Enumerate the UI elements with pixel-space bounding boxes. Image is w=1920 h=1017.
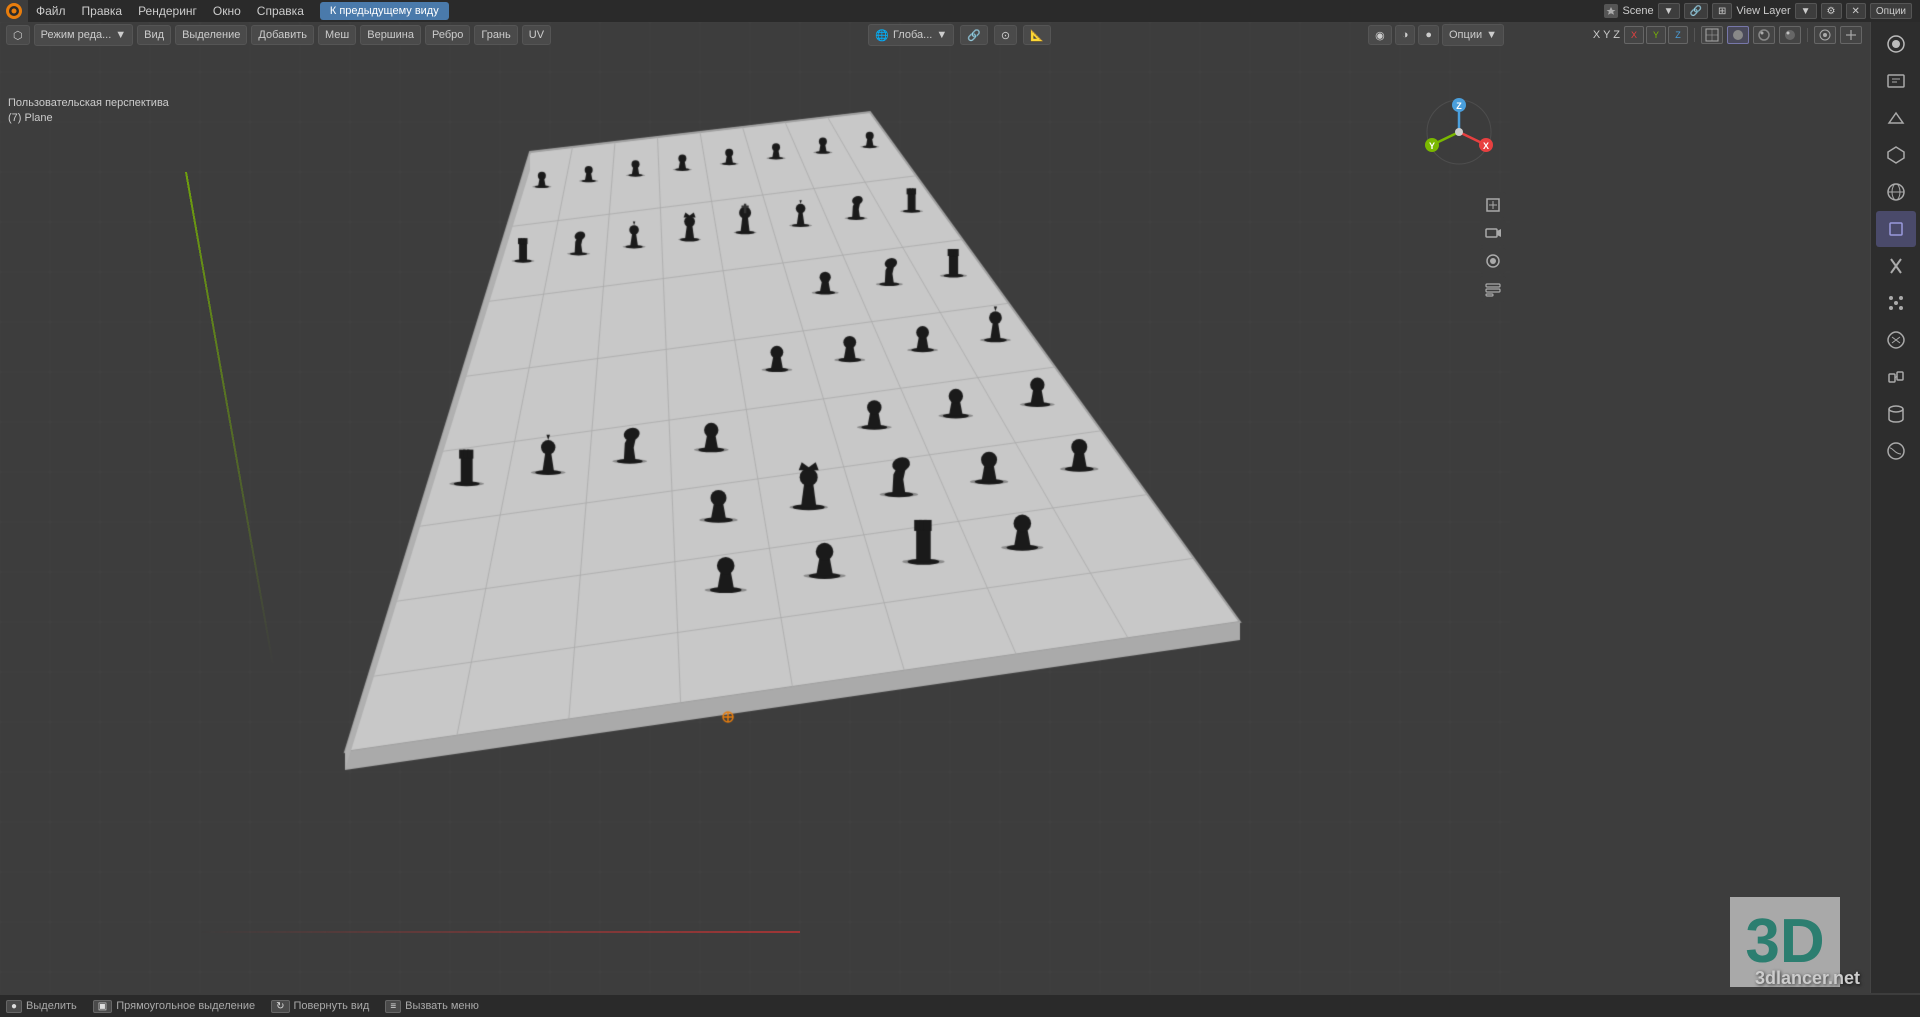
view-layer-selector[interactable]: View Layer ▼: [1736, 3, 1816, 19]
window-settings-btn[interactable]: ⚙: [1821, 3, 1842, 19]
select-mode-status: ▣ Прямоугольное выделение: [93, 1000, 255, 1013]
logo-text: 3D: [1745, 911, 1824, 973]
viewport-render-mode-material[interactable]: ◑: [1395, 25, 1416, 45]
scene-properties-btn[interactable]: [1876, 137, 1916, 173]
viewport-render-mode-solid[interactable]: ◉: [1368, 25, 1392, 45]
menu-key: ≡: [385, 1000, 401, 1013]
menu-help[interactable]: Справка: [249, 0, 312, 22]
svg-text:Y: Y: [1429, 141, 1435, 151]
overlay-btn[interactable]: [1814, 26, 1836, 44]
material-mode-btn[interactable]: [1753, 26, 1775, 44]
svg-text:X: X: [1483, 141, 1489, 151]
viewport-header: ⬡ Режим реда... ▼ Вид Выделение Добавить…: [0, 22, 1510, 48]
vertex-menu-btn[interactable]: Вершина: [360, 25, 421, 45]
face-menu-btn[interactable]: Грань: [474, 25, 517, 45]
scene-label: Scene: [1622, 5, 1653, 17]
x-lock-btn[interactable]: X: [1624, 26, 1644, 44]
output-properties-btn[interactable]: [1876, 63, 1916, 99]
physics-btn[interactable]: [1876, 322, 1916, 358]
perspective-label: Пользовательская перспектива (7) Plane: [8, 96, 169, 127]
rotate-status: ↻ Повернуть вид: [271, 1000, 369, 1013]
top-right-section: Scene ▼ 🔗 ⊞ View Layer ▼ ⚙ ✕ Опции: [1604, 0, 1920, 22]
link-btn[interactable]: 🔗: [1684, 3, 1708, 19]
uv-menu-btn[interactable]: UV: [522, 25, 551, 45]
properties-sidebar: [1870, 22, 1920, 993]
object-properties-btn[interactable]: [1876, 211, 1916, 247]
top-menu-bar: Файл Правка Рендеринг Окно Справка К пре…: [0, 0, 1920, 22]
edge-menu-btn[interactable]: Ребро: [425, 25, 470, 45]
menu-render[interactable]: Рендеринг: [130, 0, 205, 22]
editor-type-icon: ⬡: [13, 29, 23, 42]
view-layer-label: View Layer: [1736, 5, 1790, 17]
window-close-btn[interactable]: ✕: [1846, 3, 1866, 19]
menu-edit[interactable]: Правка: [74, 0, 131, 22]
world-properties-btn[interactable]: [1876, 174, 1916, 210]
select-key: ●: [6, 1000, 22, 1013]
menu-items: Файл Правка Рендеринг Окно Справка: [28, 0, 312, 22]
grid-display-btn[interactable]: ⊞: [1712, 3, 1732, 19]
rotate-label: Повернуть вид: [294, 1000, 370, 1012]
particles-btn[interactable]: [1876, 285, 1916, 321]
mode-dropdown[interactable]: Режим реда... ▼: [34, 24, 134, 46]
falloff-btn[interactable]: 📐: [1023, 25, 1051, 45]
viewport-editor-type-btn[interactable]: ⬡: [6, 25, 30, 45]
xyz-label: X Y Z: [1593, 29, 1620, 41]
transform-space-dropdown[interactable]: 🌐 Глоба... ▼: [868, 24, 954, 46]
svg-text:Z: Z: [1456, 101, 1462, 111]
collection-btn[interactable]: [1480, 276, 1506, 302]
rect-select-key: ▣: [93, 1000, 112, 1013]
scene-icon: [1604, 4, 1618, 18]
scene-dropdown-btn[interactable]: ▼: [1658, 3, 1680, 19]
axis-lock-btns: X Y Z: [1624, 26, 1688, 44]
render-mode-btn[interactable]: [1779, 26, 1801, 44]
zoom-extents-btn[interactable]: [1480, 192, 1506, 218]
top-right-extra-toolbar: X Y Z X Y Z: [1587, 22, 1868, 48]
scene-selector[interactable]: Scene ▼: [1604, 3, 1679, 19]
z-lock-btn[interactable]: Z: [1668, 26, 1688, 44]
viewport-background: [0, 22, 1510, 993]
y-lock-btn[interactable]: Y: [1646, 26, 1666, 44]
wireframe-mode-btn[interactable]: [1701, 26, 1723, 44]
rect-select-label: Прямоугольное выделение: [116, 1000, 255, 1012]
camera-view-btn[interactable]: [1480, 220, 1506, 246]
options-right-dropdown[interactable]: Опции ▼: [1442, 24, 1504, 46]
render-properties-btn[interactable]: [1876, 26, 1916, 62]
material-properties-btn[interactable]: [1876, 433, 1916, 469]
add-menu-btn[interactable]: Добавить: [251, 25, 314, 45]
render-view-btn[interactable]: [1480, 248, 1506, 274]
select-label: Выделить: [26, 1000, 77, 1012]
constraints-btn[interactable]: [1876, 359, 1916, 395]
status-bar: ● Выделить ▣ Прямоугольное выделение ↻ П…: [0, 995, 1920, 1017]
select-status: ● Выделить: [6, 1000, 77, 1013]
nav-back-button[interactable]: К предыдущему виду: [320, 2, 449, 20]
view-layer-dropdown-btn[interactable]: ▼: [1795, 3, 1817, 19]
solid-mode-btn[interactable]: [1727, 26, 1749, 44]
gizmo-toggle-btn[interactable]: [1840, 26, 1862, 44]
view-menu-btn[interactable]: Вид: [137, 25, 171, 45]
viewport-render-mode-render[interactable]: ●: [1418, 25, 1439, 45]
menu-window[interactable]: Окно: [205, 0, 249, 22]
select-menu-btn[interactable]: Выделение: [175, 25, 247, 45]
menu-file[interactable]: Файл: [28, 0, 74, 22]
right-nav-icons: [1480, 192, 1506, 302]
snap-btn[interactable]: 🔗: [960, 25, 988, 45]
data-properties-btn[interactable]: [1876, 396, 1916, 432]
rotate-key: ↻: [271, 1000, 289, 1013]
app-logo: [0, 0, 28, 22]
viewport[interactable]: ⬡ Режим реда... ▼ Вид Выделение Добавить…: [0, 22, 1510, 993]
menu-status: ≡ Вызвать меню: [385, 1000, 479, 1013]
modifier-properties-btn[interactable]: [1876, 248, 1916, 284]
mesh-menu-btn[interactable]: Меш: [318, 25, 356, 45]
menu-label: Вызвать меню: [405, 1000, 479, 1012]
x-axis-line: [200, 931, 800, 933]
proportional-btn[interactable]: ⊙: [994, 25, 1017, 45]
options-btn[interactable]: Опции: [1870, 3, 1912, 19]
site-watermark: 3dlancer.net: [1755, 968, 1860, 989]
view-layer-properties-btn[interactable]: [1876, 100, 1916, 136]
navigation-gizmo[interactable]: Z X Y: [1424, 97, 1494, 167]
